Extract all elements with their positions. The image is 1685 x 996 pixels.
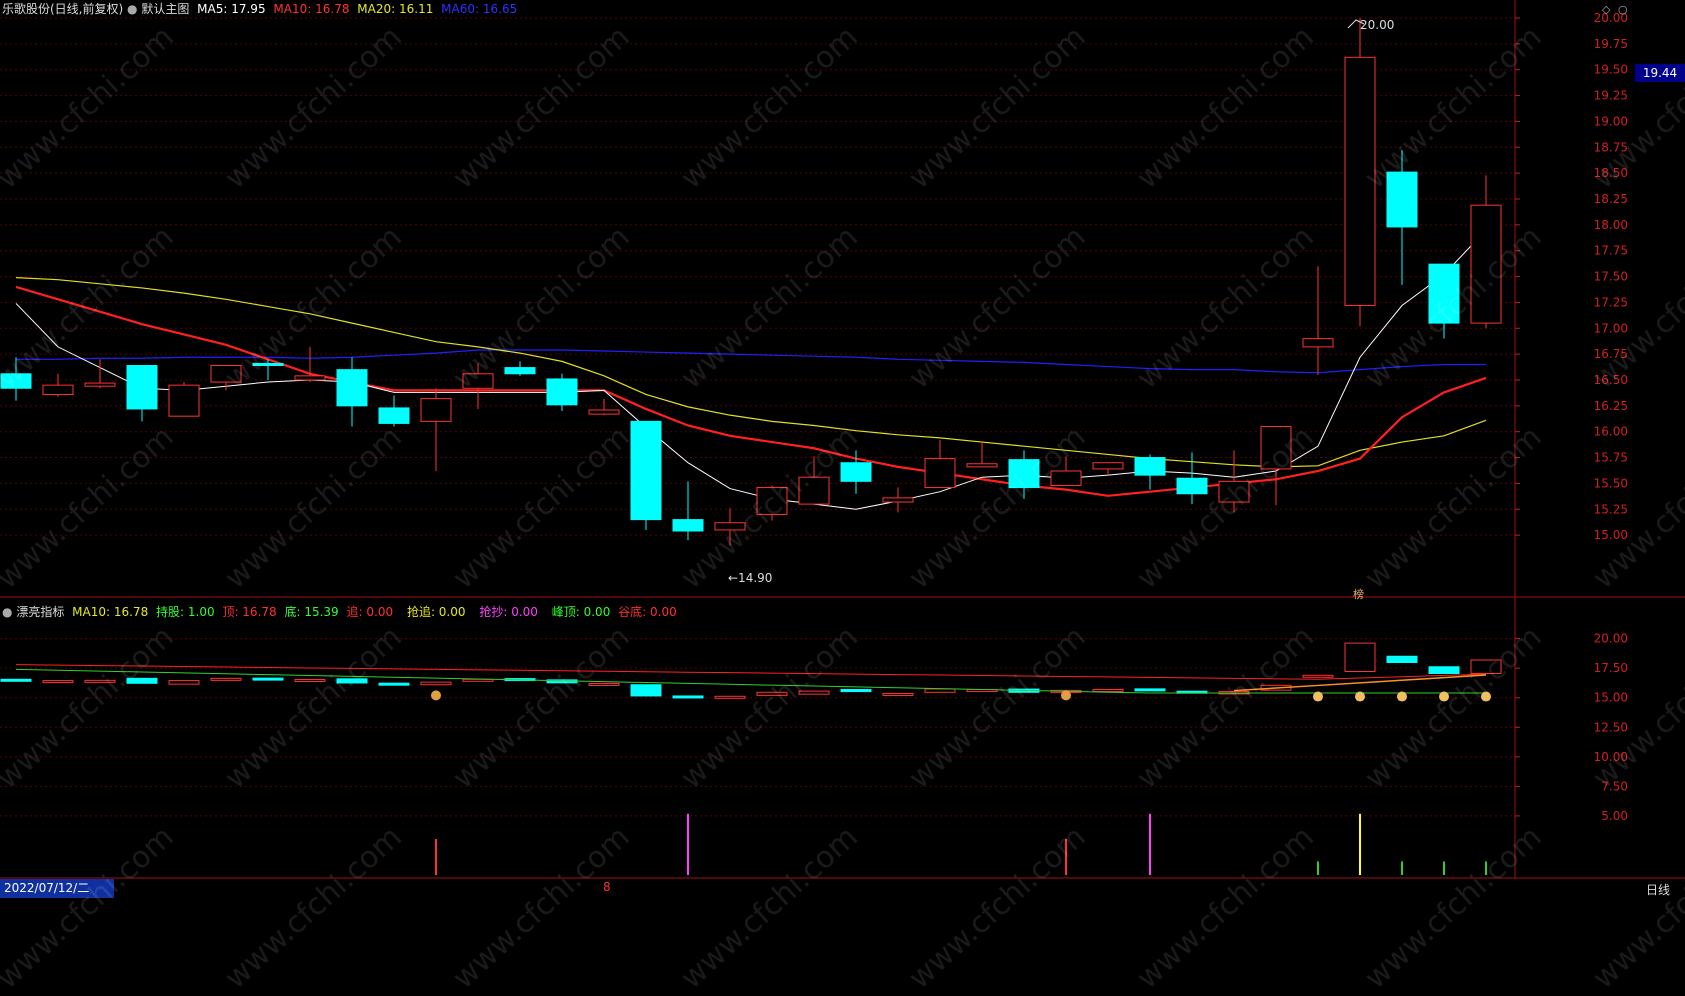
candle-body	[420, 398, 452, 422]
y-tick-label: 17.25	[1594, 295, 1628, 309]
month-marker: 8	[603, 880, 611, 894]
ind-bottom: 底: 15.39	[284, 605, 339, 619]
candle-body	[924, 458, 956, 489]
indicator-candle	[168, 680, 200, 685]
candle-body	[504, 367, 536, 375]
candle-body	[1302, 338, 1334, 348]
candle-body	[42, 384, 74, 395]
hand-pointer-icon	[1355, 691, 1365, 702]
circle-icon[interactable]: ○	[1618, 3, 1628, 16]
indicator-header: ● 漂亮指标 MA10: 16.78 持股: 1.00 顶: 16.78 底: …	[2, 603, 677, 620]
settings-circle-icon[interactable]: ●	[127, 2, 137, 16]
y-tick-label: 16.25	[1594, 399, 1628, 413]
candle-body	[672, 519, 704, 532]
diamond-icon[interactable]: ◇	[1602, 3, 1610, 16]
y-tick-label: 19.25	[1594, 89, 1628, 103]
indicator-candle	[924, 688, 956, 693]
indicator-candle	[1302, 674, 1334, 678]
indicator-candle	[252, 677, 284, 681]
y-tick-label: 15.50	[1594, 476, 1628, 490]
candle-body	[546, 378, 578, 406]
candle-body	[588, 409, 620, 415]
candle-body	[294, 375, 326, 381]
candle-body	[168, 384, 200, 417]
indicator-candle	[420, 681, 452, 686]
hand-pointer-icon	[1313, 691, 1323, 702]
low-price-label: ←14.90	[728, 571, 773, 585]
candle-body	[1134, 457, 1166, 476]
y-tick-label: 17.50	[1594, 270, 1628, 284]
y-tick-label: 17.75	[1594, 244, 1628, 258]
candle-body	[630, 420, 662, 521]
indicator-candle	[0, 678, 32, 682]
indicator-candle	[210, 677, 242, 681]
ind-top: 顶: 16.78	[222, 605, 277, 619]
indicator-candle	[1344, 642, 1376, 672]
candle-body	[840, 462, 872, 482]
candle-body	[1092, 462, 1124, 470]
high-price-label: 20.00	[1360, 18, 1395, 32]
stock-title[interactable]: 乐歌股份(日线,前复权)	[2, 2, 123, 16]
y-tick-label: 15.00	[1594, 691, 1628, 705]
y-tick-label: 17.00	[1594, 321, 1628, 335]
indicator-candle	[1134, 688, 1166, 692]
y-tick-label: 16.00	[1594, 425, 1628, 439]
y-tick-label: 17.50	[1594, 661, 1628, 675]
ind-hold: 持股: 1.00	[156, 605, 215, 619]
y-tick-label: 20.00	[1594, 632, 1628, 646]
indicator-candle	[42, 680, 74, 684]
indicator-toggle-icon[interactable]: ●	[2, 605, 12, 619]
period-label[interactable]: 日线	[1646, 881, 1670, 898]
ind-peak: 峰顶: 0.00	[551, 605, 611, 619]
candle-body	[84, 382, 116, 387]
ma5-label: MA5: 17.95	[197, 2, 266, 16]
money-bag-icon	[431, 690, 441, 701]
ma10-label: MA10: 16.78	[273, 2, 350, 16]
money-bag-icon	[1061, 690, 1071, 701]
last-price-tag: 19.44	[1635, 64, 1685, 82]
hand-pointer-icon	[1397, 691, 1407, 702]
y-tick-label: 19.50	[1594, 63, 1628, 77]
ind-ma10: MA10: 16.78	[72, 605, 149, 619]
candle-body	[336, 369, 368, 407]
y-tick-label: 5.00	[1601, 809, 1628, 823]
ma20-label: MA20: 16.11	[357, 2, 434, 16]
ind-grab-chase: 抢追: 0.00	[406, 605, 466, 619]
ma60-label: MA60: 16.65	[441, 2, 518, 16]
dragon-tiger-tag[interactable]: 榜	[1353, 586, 1364, 602]
indicator-candle	[1092, 688, 1124, 692]
candle-body	[1176, 477, 1208, 495]
candle-body	[882, 497, 914, 503]
y-tick-label: 19.00	[1594, 114, 1628, 128]
ind-chase: 追: 0.00	[346, 605, 394, 619]
indicator-candle	[1428, 666, 1460, 674]
y-tick-label: 15.25	[1594, 502, 1628, 516]
indicator-candle	[672, 695, 704, 699]
y-tick-label: 18.00	[1594, 218, 1628, 232]
indicator-candle	[1386, 655, 1418, 664]
indicator-candle	[630, 684, 662, 697]
y-tick-label: 15.75	[1594, 451, 1628, 465]
ind-valley: 谷底: 0.00	[618, 605, 677, 619]
indicator-candle	[882, 692, 914, 696]
chart-header: 乐歌股份(日线,前复权) ● 默认主图 MA5: 17.95 MA10: 16.…	[2, 0, 517, 17]
y-tick-label: 19.75	[1594, 37, 1628, 51]
indicator-candle	[840, 688, 872, 693]
indicator-name[interactable]: 漂亮指标	[16, 605, 64, 619]
main-chart-label[interactable]: 默认主图	[141, 2, 189, 16]
indicator-candle	[378, 682, 410, 686]
y-tick-label: 12.50	[1594, 720, 1628, 734]
indicator-candle	[714, 695, 746, 699]
ind-grab-bottom: 抢抄: 0.00	[479, 605, 538, 619]
candle-body	[126, 365, 158, 410]
candle-body	[966, 463, 998, 468]
